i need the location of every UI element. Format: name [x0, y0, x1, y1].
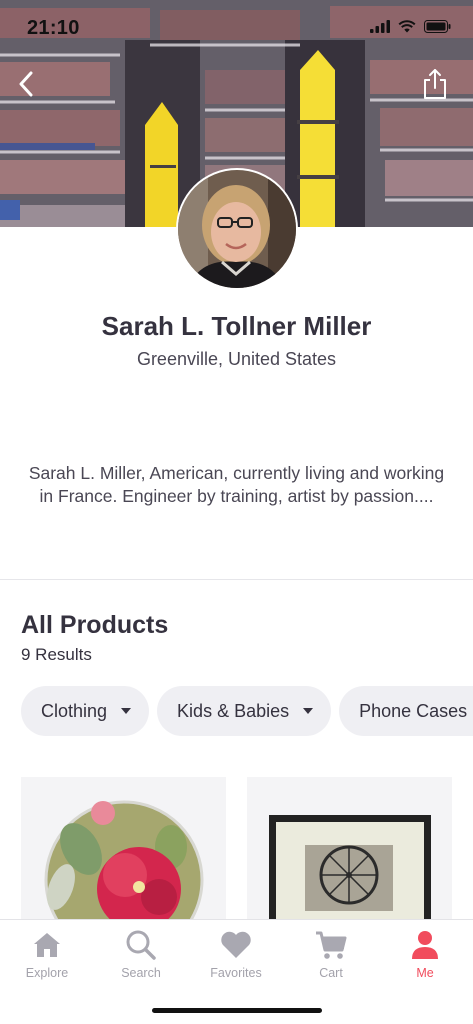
caret-down-icon: [303, 708, 314, 714]
products-heading: All Products: [21, 611, 169, 639]
tab-label: Cart: [319, 966, 343, 980]
product-grid: [21, 777, 473, 919]
status-bar: 21:10: [0, 0, 473, 56]
share-icon: [424, 69, 446, 99]
tab-cart[interactable]: Cart: [284, 928, 378, 988]
avatar[interactable]: [176, 168, 298, 290]
tab-search[interactable]: Search: [94, 928, 188, 988]
filter-chip-kids-babies[interactable]: Kids & Babies: [157, 686, 332, 736]
tab-label: Favorites: [210, 966, 262, 980]
cart-icon: [316, 931, 347, 959]
back-button[interactable]: [6, 62, 46, 106]
profile-location: Greenville, United States: [136, 349, 337, 369]
home-indicator: [152, 1008, 322, 1013]
filter-chips: Clothing Kids & Babies Phone Cases: [21, 686, 473, 736]
profile-bio: Sarah L. Miller, American, currently liv…: [28, 463, 445, 506]
tab-explore[interactable]: Explore: [0, 928, 94, 988]
battery-icon: [424, 20, 451, 33]
filter-chip-label: Kids & Babies: [177, 700, 290, 721]
wifi-icon: [398, 20, 416, 33]
avatar-photo: [178, 170, 296, 288]
person-icon: [412, 931, 438, 959]
filter-chip-label: Phone Cases: [359, 700, 468, 721]
tab-label: Search: [121, 966, 161, 980]
heart-icon: [221, 931, 251, 958]
product-card[interactable]: [247, 777, 452, 919]
filter-chip-phone-cases[interactable]: Phone Cases: [339, 686, 473, 736]
tab-label: Explore: [25, 966, 69, 980]
profile-name: Sarah L. Tollner Miller: [101, 311, 372, 341]
tab-me[interactable]: Me: [378, 928, 472, 988]
share-button[interactable]: [415, 62, 455, 106]
profile-photo: [178, 170, 296, 288]
filter-chip-clothing[interactable]: Clothing: [21, 686, 150, 736]
status-time: 21:10: [27, 17, 80, 39]
tab-label: Me: [416, 966, 434, 980]
product-card[interactable]: [21, 777, 226, 919]
home-icon: [34, 933, 60, 957]
chevron-left-icon: [19, 71, 33, 97]
cellular-signal-icon: [370, 20, 390, 33]
product-image-round-magnet: [44, 800, 204, 919]
search-icon: [126, 930, 156, 960]
tab-favorites[interactable]: Favorites: [189, 928, 283, 988]
status-icons: [370, 20, 451, 33]
caret-down-icon: [121, 708, 132, 714]
filter-chip-label: Clothing: [41, 700, 108, 721]
section-divider: [0, 579, 473, 580]
products-result-count: 9 Results: [21, 645, 92, 664]
product-image-framed-print: [269, 815, 431, 919]
